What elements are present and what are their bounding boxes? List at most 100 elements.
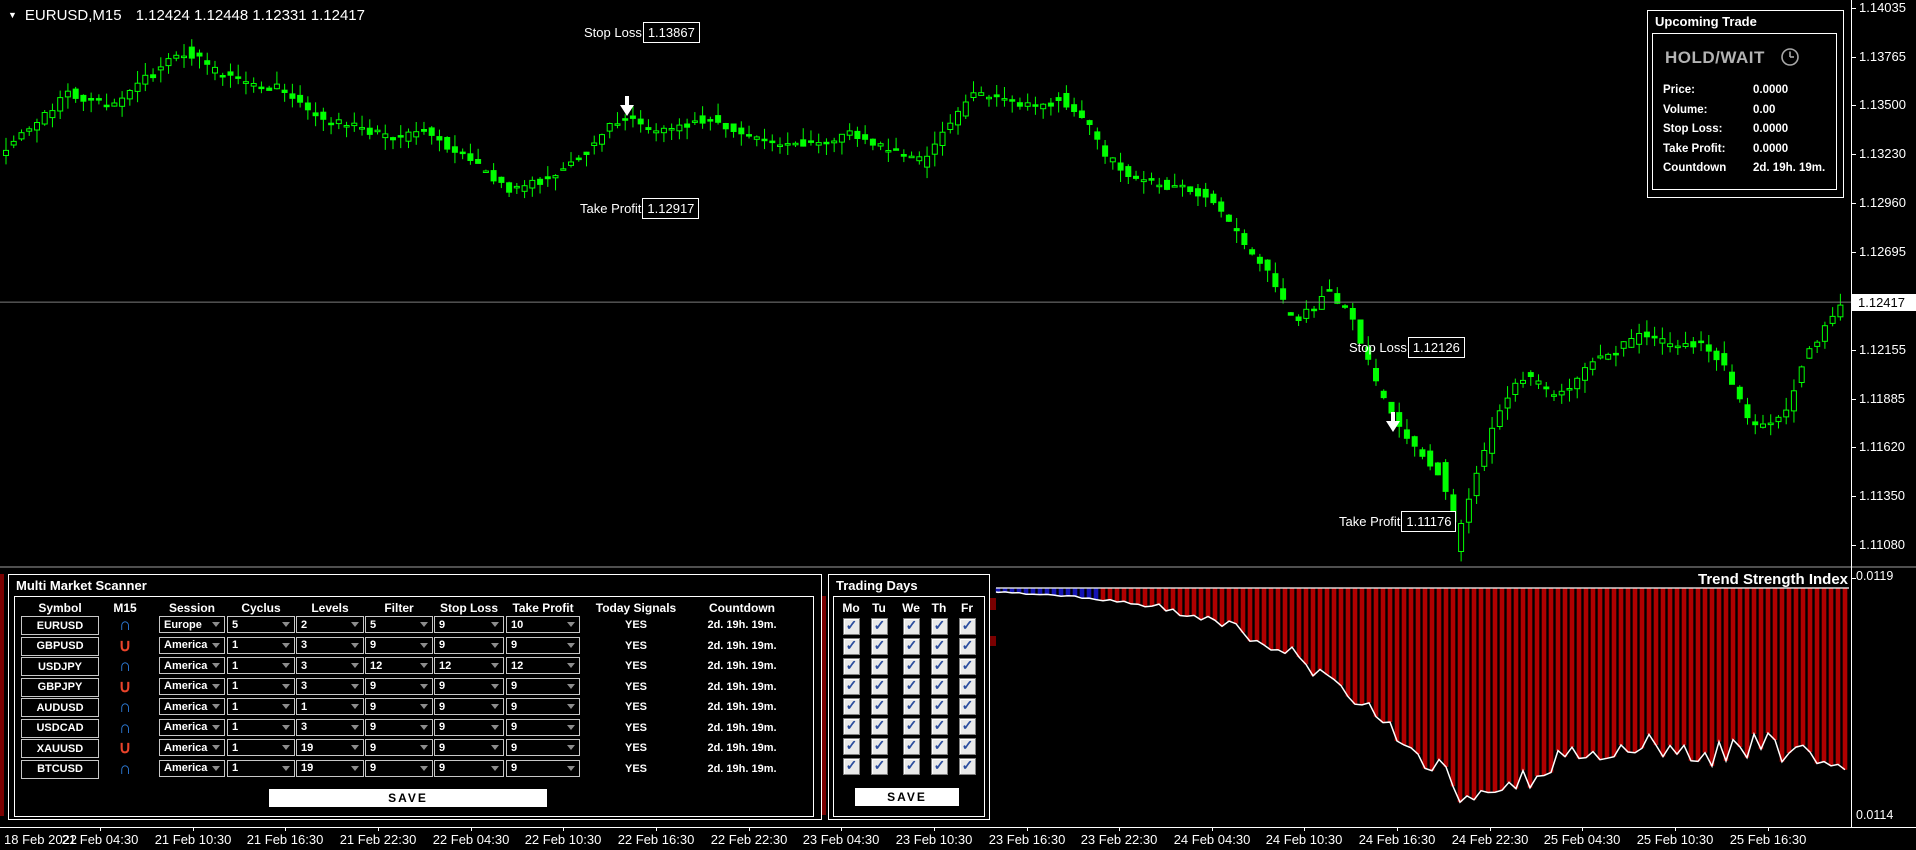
trading-day-checkbox[interactable]: ✓	[843, 718, 860, 735]
filter-select[interactable]: 12	[365, 657, 433, 674]
cyclus-select[interactable]: 1	[227, 739, 295, 756]
trading-day-checkbox[interactable]: ✓	[931, 738, 948, 755]
trading-day-checkbox[interactable]: ✓	[959, 658, 976, 675]
session-select[interactable]: America	[159, 739, 225, 756]
stop-loss-select[interactable]: 9	[434, 739, 504, 756]
trading-day-checkbox[interactable]: ✓	[843, 738, 860, 755]
levels-select[interactable]: 3	[296, 678, 364, 695]
trading-day-checkbox[interactable]: ✓	[931, 698, 948, 715]
trading-day-checkbox[interactable]: ✓	[931, 658, 948, 675]
take-profit-select[interactable]: 9	[506, 637, 580, 654]
cyclus-select[interactable]: 1	[227, 760, 295, 777]
take-profit-select[interactable]: 12	[506, 657, 580, 674]
session-select[interactable]: America	[159, 657, 225, 674]
trading-day-checkbox[interactable]: ✓	[931, 638, 948, 655]
scanner-save-button[interactable]: SAVE	[269, 789, 547, 807]
trading-day-checkbox[interactable]: ✓	[871, 738, 888, 755]
take-profit-select[interactable]: 9	[506, 760, 580, 777]
trading-day-checkbox[interactable]: ✓	[931, 618, 948, 635]
take-profit-select[interactable]: 10	[506, 616, 580, 633]
session-select[interactable]: America	[159, 637, 225, 654]
trading-day-checkbox[interactable]: ✓	[959, 718, 976, 735]
trading-day-checkbox[interactable]: ✓	[959, 738, 976, 755]
trading-day-checkbox[interactable]: ✓	[903, 678, 920, 695]
stop-loss-select[interactable]: 9	[434, 760, 504, 777]
filter-select[interactable]: 9	[365, 637, 433, 654]
cyclus-select[interactable]: 1	[227, 719, 295, 736]
trading-day-checkbox[interactable]: ✓	[959, 638, 976, 655]
session-select[interactable]: America	[159, 678, 225, 695]
trading-day-checkbox[interactable]: ✓	[903, 658, 920, 675]
trading-day-checkbox[interactable]: ✓	[871, 758, 888, 775]
price-tick-label: 1.13765	[1859, 49, 1906, 64]
levels-select[interactable]: 1	[296, 698, 364, 715]
trading-day-checkbox[interactable]: ✓	[871, 718, 888, 735]
trading-days-panel: Trading Days SAVE MoTuWeThFr✓✓✓✓✓✓✓✓✓✓✓✓…	[828, 574, 990, 820]
time-tick	[1212, 827, 1213, 831]
levels-select[interactable]: 3	[296, 637, 364, 654]
session-select[interactable]: Europe	[159, 616, 225, 633]
trading-day-checkbox[interactable]: ✓	[959, 678, 976, 695]
stop-loss-select[interactable]: 9	[434, 698, 504, 715]
trade-level-label: Take Profit1.11176	[1339, 511, 1456, 532]
stop-loss-select[interactable]: 9	[434, 678, 504, 695]
trading-day-checkbox[interactable]: ✓	[843, 658, 860, 675]
filter-select[interactable]: 5	[365, 616, 433, 633]
cyclus-select[interactable]: 1	[227, 657, 295, 674]
trading-day-checkbox[interactable]: ✓	[871, 618, 888, 635]
symbol-cell: EURUSD	[21, 616, 99, 635]
stop-loss-select[interactable]: 9	[434, 719, 504, 736]
stop-loss-select[interactable]: 12	[434, 657, 504, 674]
trading-day-checkbox[interactable]: ✓	[843, 618, 860, 635]
trading-day-checkbox[interactable]: ✓	[843, 678, 860, 695]
trading-day-checkbox[interactable]: ✓	[931, 678, 948, 695]
trading-day-checkbox[interactable]: ✓	[959, 758, 976, 775]
filter-select[interactable]: 9	[365, 698, 433, 715]
filter-select[interactable]: 9	[365, 678, 433, 695]
countdown-value: 2d. 19h. 19m.	[687, 763, 797, 775]
cyclus-select[interactable]: 1	[227, 698, 295, 715]
trading-day-checkbox[interactable]: ✓	[931, 718, 948, 735]
levels-select[interactable]: 19	[296, 739, 364, 756]
trading-days-save-button[interactable]: SAVE	[855, 788, 959, 806]
take-profit-select[interactable]: 9	[506, 698, 580, 715]
filter-select[interactable]: 9	[365, 739, 433, 756]
upcoming-trade-body: HOLD/WAIT Price:0.0000Volume:0.00Stop Lo…	[1652, 33, 1837, 190]
trading-day-checkbox[interactable]: ✓	[843, 758, 860, 775]
trading-day-checkbox[interactable]: ✓	[931, 758, 948, 775]
take-profit-select[interactable]: 9	[506, 719, 580, 736]
trading-day-checkbox[interactable]: ✓	[903, 718, 920, 735]
trading-day-checkbox[interactable]: ✓	[871, 698, 888, 715]
session-select[interactable]: America	[159, 760, 225, 777]
levels-select[interactable]: 3	[296, 657, 364, 674]
trading-day-checkbox[interactable]: ✓	[959, 698, 976, 715]
trading-day-checkbox[interactable]: ✓	[959, 618, 976, 635]
levels-select[interactable]: 2	[296, 616, 364, 633]
trading-day-checkbox[interactable]: ✓	[903, 698, 920, 715]
trading-day-checkbox[interactable]: ✓	[903, 738, 920, 755]
filter-select[interactable]: 9	[365, 719, 433, 736]
trading-day-checkbox[interactable]: ✓	[903, 618, 920, 635]
select-value: 9	[511, 701, 517, 713]
symbol-dropdown-icon[interactable]: ▼	[8, 10, 17, 20]
take-profit-select[interactable]: 9	[506, 739, 580, 756]
price-chart-pane[interactable]	[0, 0, 1852, 566]
trading-day-checkbox[interactable]: ✓	[871, 638, 888, 655]
session-select[interactable]: America	[159, 719, 225, 736]
cyclus-select[interactable]: 1	[227, 678, 295, 695]
take-profit-select[interactable]: 9	[506, 678, 580, 695]
cyclus-select[interactable]: 5	[227, 616, 295, 633]
session-select[interactable]: America	[159, 698, 225, 715]
filter-select[interactable]: 9	[365, 760, 433, 777]
trading-day-checkbox[interactable]: ✓	[843, 698, 860, 715]
trading-day-checkbox[interactable]: ✓	[843, 638, 860, 655]
cyclus-select[interactable]: 1	[227, 637, 295, 654]
levels-select[interactable]: 3	[296, 719, 364, 736]
stop-loss-select[interactable]: 9	[434, 637, 504, 654]
levels-select[interactable]: 19	[296, 760, 364, 777]
trading-day-checkbox[interactable]: ✓	[871, 678, 888, 695]
trading-day-checkbox[interactable]: ✓	[871, 658, 888, 675]
trading-day-checkbox[interactable]: ✓	[903, 638, 920, 655]
trading-day-checkbox[interactable]: ✓	[903, 758, 920, 775]
stop-loss-select[interactable]: 9	[434, 616, 504, 633]
